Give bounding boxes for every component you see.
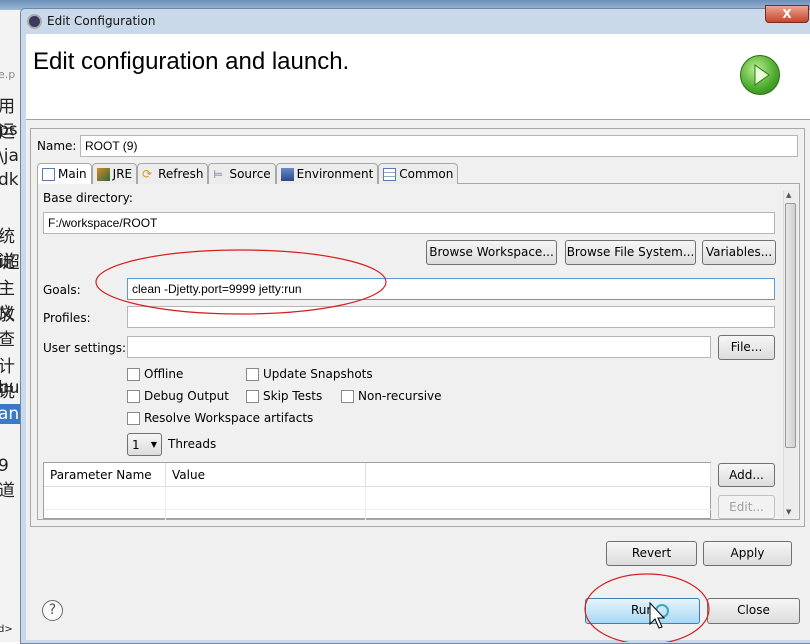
scrollbar-thumb[interactable] (785, 203, 796, 448)
checkbox-label: Resolve Workspace artifacts (144, 411, 314, 425)
threads-value: 1 (132, 438, 140, 452)
tab-label: JRE (112, 167, 133, 181)
checkbox-box[interactable] (246, 367, 259, 381)
background-text: e.p (0, 68, 16, 81)
edit-parameter-button[interactable]: Edit... (718, 495, 775, 519)
update-snapshots-checkbox[interactable]: Update Snapshots (246, 367, 373, 381)
checkbox-label: Debug Output (144, 389, 229, 403)
name-label: Name: (37, 139, 77, 153)
user-settings-input[interactable] (127, 336, 711, 358)
tab-bar: Main JRE ⟳ Refresh ⊨ Source Environment Co… (37, 163, 459, 184)
common-icon (383, 167, 397, 181)
skip-tests-checkbox[interactable]: Skip Tests (246, 389, 322, 403)
close-window-button[interactable]: X (765, 5, 809, 23)
variables-button[interactable]: Variables... (702, 240, 776, 265)
background-text: \ja (0, 146, 19, 166)
close-button[interactable]: Close (707, 598, 800, 624)
jre-icon (96, 167, 110, 181)
checkbox-box[interactable] (127, 389, 140, 403)
background-text: d> (0, 624, 13, 635)
tab-refresh[interactable]: ⟳ Refresh (137, 163, 209, 184)
checkbox-label: Non-recursive (358, 389, 442, 403)
background-text: 9道 (0, 456, 15, 501)
dialog-header (26, 34, 810, 120)
name-input[interactable] (80, 135, 798, 157)
profiles-input[interactable] (127, 306, 775, 328)
background-text: i超 (0, 253, 20, 273)
revert-button[interactable]: Revert (606, 541, 697, 566)
browse-file-system-button[interactable]: Browse File System... (565, 240, 696, 265)
tab-jre[interactable]: JRE (91, 163, 138, 184)
profiles-label: Profiles: (43, 311, 91, 325)
tab-label: Main (58, 167, 87, 181)
source-icon: ⊨ (213, 167, 224, 181)
checkbox-box[interactable] (127, 411, 140, 425)
checkbox-label: Skip Tests (263, 389, 323, 403)
offline-checkbox[interactable]: Offline (127, 367, 183, 381)
tab-label: Environment (296, 167, 374, 181)
eclipse-gear-icon (27, 14, 42, 29)
scroll-down-icon[interactable]: ▼ (786, 508, 791, 516)
threads-select[interactable]: 1 ▼ (127, 433, 162, 456)
debug-output-checkbox[interactable]: Debug Output (127, 389, 229, 403)
row-divider (44, 509, 712, 510)
column-divider (365, 487, 366, 520)
tab-main[interactable]: Main (37, 163, 92, 184)
window-title: Edit Configuration (47, 14, 156, 28)
column-header-empty (366, 463, 711, 487)
column-divider (165, 487, 166, 520)
threads-label: Threads (168, 437, 217, 451)
checkbox-label: Offline (144, 367, 184, 381)
parameters-table[interactable]: Parameter Name Value (43, 462, 712, 520)
base-directory-input[interactable] (43, 212, 775, 234)
tab-environment[interactable]: Environment (275, 163, 379, 184)
checkbox-label: Update Snapshots (263, 367, 373, 381)
file-button[interactable]: File... (718, 335, 775, 360)
column-header-parameter-name[interactable]: Parameter Name (44, 463, 166, 487)
background-text: an (0, 404, 20, 424)
tab-label: Refresh (158, 167, 204, 181)
run-button[interactable]: Run (585, 598, 700, 624)
checkbox-box[interactable] (341, 389, 354, 403)
tab-label: Common (399, 167, 454, 181)
help-icon[interactable]: ? (42, 600, 63, 621)
refresh-icon: ⟳ (142, 166, 153, 181)
checkbox-box[interactable] (246, 389, 259, 403)
goals-input[interactable] (127, 278, 775, 300)
base-directory-label: Base directory: (43, 191, 133, 205)
add-parameter-button[interactable]: Add... (718, 463, 775, 487)
checkbox-box[interactable] (127, 367, 140, 381)
goals-label: Goals: (43, 283, 81, 297)
run-play-icon (740, 55, 780, 95)
non-recursive-checkbox[interactable]: Non-recursive (341, 389, 442, 403)
background-text: ps (0, 120, 18, 140)
browse-workspace-button[interactable]: Browse Workspace... (426, 240, 557, 265)
environment-icon (280, 167, 294, 181)
apply-button[interactable]: Apply (703, 541, 792, 566)
resolve-workspace-checkbox[interactable]: Resolve Workspace artifacts (127, 411, 313, 425)
scroll-up-icon[interactable]: ▲ (786, 191, 791, 199)
tab-source[interactable]: ⊨ Source (208, 163, 276, 184)
user-settings-label: User settings: (43, 341, 127, 355)
tab-common[interactable]: Common (378, 163, 459, 184)
background-text: bug (0, 378, 22, 398)
column-header-value[interactable]: Value (166, 463, 366, 487)
background-text: dk7 (0, 170, 22, 190)
dialog-heading: Edit configuration and launch. (33, 48, 350, 75)
main-page-icon (42, 167, 55, 181)
tab-label: Source (229, 167, 271, 181)
background-text: 放查 (0, 305, 15, 350)
chevron-down-icon: ▼ (150, 440, 157, 449)
background-window: e.p 用运 ps \ja dk7 统说 i超 主义 放查 计说 bug an … (0, 0, 22, 642)
